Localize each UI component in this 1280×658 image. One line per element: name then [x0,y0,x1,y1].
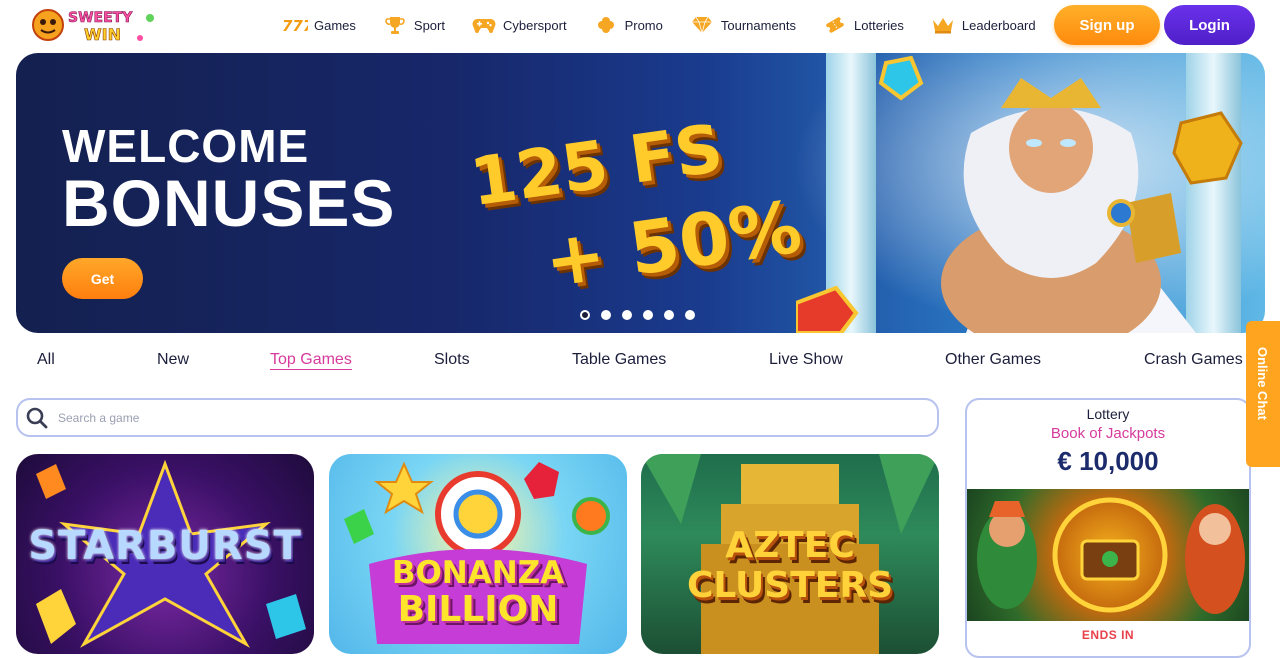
nav-item-games[interactable]: 777 Games [282,12,356,38]
lottery-image [967,489,1249,621]
gamepad-icon [471,15,497,35]
nav-label: Cybersport [502,17,567,33]
tab-new[interactable]: New [157,351,189,369]
crown-icon [930,15,956,35]
tab-all[interactable]: All [37,351,55,369]
nav-label: Lotteries [854,17,904,33]
online-chat-label: Online Chat [1255,347,1270,420]
nav-item-lotteries[interactable]: Lotteries [822,12,904,38]
category-tabs: All New Top Games Slots Table Games Live… [0,346,1250,376]
nav-label: Sport [413,17,445,33]
slider-dot[interactable] [601,310,611,320]
slider-dot[interactable] [664,310,674,320]
game-title-line2: BILLION [397,589,559,630]
slider-dot[interactable] [622,310,632,320]
nav-label: Tournaments [720,17,797,33]
tab-live-show[interactable]: Live Show [769,351,843,369]
game-search-box [16,398,939,437]
game-tile-aztec-clusters[interactable]: AZTEC CLUSTERS [641,454,939,654]
game-title: BONANZA [391,555,565,591]
game-title: AZTEC [725,525,855,566]
nav-item-leaderboard[interactable]: Leaderboard [930,12,1036,38]
slider-dot[interactable] [643,310,653,320]
logo-text-2: WIN [84,25,121,44]
login-button[interactable]: Login [1164,5,1255,45]
slider-dot[interactable] [580,310,590,320]
search-icon [26,407,48,429]
main-nav: 777 Games Sport Cybersport Promo [282,12,1062,38]
trophy-icon [382,15,408,35]
nav-item-promo[interactable]: Promo [593,12,663,38]
search-input[interactable] [58,408,918,428]
nav-label: Promo [624,17,663,33]
lottery-prize-amount: € 10,000 [1057,446,1159,476]
game-tile-starburst[interactable]: STARBURST [16,454,314,654]
nav-label: Games [314,17,356,33]
game-tile-bonanza-billion[interactable]: BONANZA BILLION [329,454,627,654]
lottery-label: Lottery [1086,406,1130,422]
clover-icon [593,15,619,35]
zeus-illustration [796,53,1265,333]
tab-top-games[interactable]: Top Games [270,351,352,370]
lottery-name: Book of Jackpots [1050,425,1166,442]
hero-title-line2: BONUSES [62,166,396,240]
slider-dots [580,310,695,320]
sweety-win-logo[interactable]: SWEETY WIN [32,4,160,46]
game-title-line2: CLUSTERS [686,565,894,606]
svg-text:777: 777 [282,17,308,34]
lottery-card[interactable]: Lottery Book of Jackpots € 10,000 ENDS I… [965,398,1251,658]
nav-item-cybersport[interactable]: Cybersport [471,12,567,38]
site-header: SWEETY WIN 777 Games Sport Cybersport [0,0,1280,52]
nav-item-sport[interactable]: Sport [382,12,445,38]
tab-crash-games[interactable]: Crash Games [1144,351,1243,369]
slider-dot[interactable] [685,310,695,320]
hero-get-button[interactable]: Get [62,258,143,299]
lottery-ticket-icon [822,15,848,35]
signup-button[interactable]: Sign up [1054,5,1160,45]
logo-text-1: SWEETY [68,10,133,26]
tab-table-games[interactable]: Table Games [572,351,666,369]
slot-777-icon: 777 [282,15,308,35]
welcome-bonus-banner[interactable]: WELCOME BONUSES Get 125 FS + 50% [16,53,1265,333]
diamond-icon [689,15,715,35]
tab-other-games[interactable]: Other Games [945,351,1041,369]
nav-label: Leaderboard [961,17,1036,33]
game-title: STARBURST [28,523,302,569]
tab-slots[interactable]: Slots [434,351,470,369]
nav-item-tournaments[interactable]: Tournaments [689,12,796,38]
online-chat-button[interactable]: Online Chat [1246,321,1280,467]
